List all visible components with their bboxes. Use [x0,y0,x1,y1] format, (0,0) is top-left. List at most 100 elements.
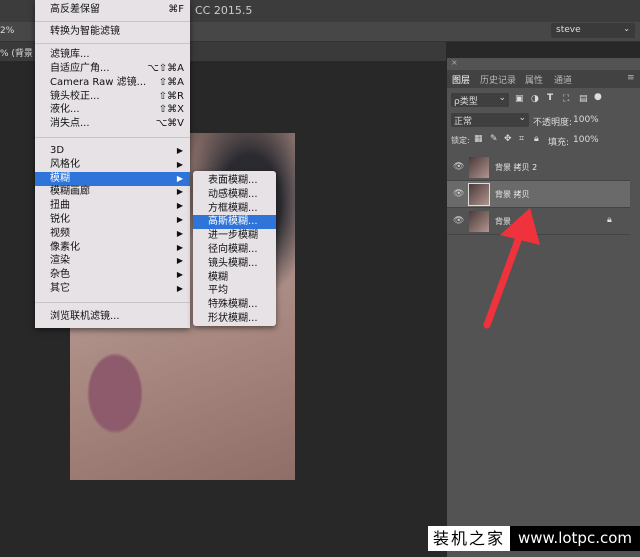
submenu-item[interactable]: 进一步模糊 [193,229,276,243]
blur-submenu: 表面模糊... 动感模糊... 方框模糊... 高斯模糊... 进一步模糊 径向模糊...… [193,171,276,326]
eye-icon[interactable]: 👁︎ [453,216,464,226]
menu-item-adaptive-wide-angle[interactable]: 自适应广角... ⌥⇧⌘A [35,62,190,76]
workspace-label: steve [556,25,581,35]
filter-label: ρ类型 [454,97,478,107]
submenu-arrow-icon: ▶ [176,256,183,266]
submenu-arrow-icon: ▶ [176,284,183,293]
submenu-arrow-icon: ▶ [176,270,183,280]
menu-item[interactable]: 扭曲 ▶ [35,199,190,213]
menu-item-label: 杂色 [50,269,70,281]
lock-all-icon[interactable]: 🔒︎ [534,134,539,144]
menu-item-label: 像素化 [50,241,80,253]
menu-item[interactable]: 杂色 ▶ [35,268,190,282]
chevron-down-icon: ⌄ [518,113,526,123]
submenu-item[interactable]: 形状模糊... [193,312,276,326]
menu-item[interactable]: 锐化 ▶ [35,213,190,227]
submenu-item[interactable]: 镜头模糊... [193,257,276,271]
menu-item[interactable]: 3D ▶ [35,144,190,158]
opacity-input[interactable]: 100% [573,115,599,125]
blend-mode-select[interactable]: 正常 ⌄ [451,113,529,127]
submenu-item[interactable]: 动感模糊... [193,188,276,202]
watermark-url: www.lotpc.com [510,526,640,551]
menu-item[interactable]: 模糊 ▶ [35,171,190,186]
watermark-logo: 装机之家 [428,526,510,551]
submenu-arrow-icon: ▶ [176,215,183,224]
submenu-arrow-icon: ▶ [176,187,183,197]
blend-mode-label: 正常 [454,117,473,127]
filter-kind-select[interactable]: ρ类型 ⌄ [451,93,509,107]
menu-item-filter-gallery[interactable]: 滤镜库... [35,48,190,62]
filter-menu: 高反差保留 ⌘F 转换为智能滤镜 滤镜库... 自适应广角... ⌥⇧⌘A Came… [35,0,190,328]
submenu-arrow-icon: ▶ [176,242,183,252]
menu-item[interactable]: 风格化 ▶ [35,158,190,172]
menu-item-label: 风格化 [50,158,80,170]
type-filter-icon[interactable]: T [547,93,553,103]
app-title: CC 2015.5 [195,4,253,17]
submenu-arrow-icon: ▶ [176,228,183,238]
menu-item-label: 其它 [50,283,70,294]
menu-item-label: 3D [50,145,65,156]
filter-toggle-icon[interactable]: ● [594,92,602,102]
submenu-item[interactable]: 平均 [193,284,276,298]
menu-item-label: 渲染 [50,255,70,267]
tab-layers[interactable]: 图层 [452,73,470,86]
menu-item-high-pass[interactable]: 高反差保留 ⌘F [35,3,190,17]
close-icon[interactable]: × [451,58,458,67]
submenu-item[interactable]: 高斯模糊... [193,215,276,230]
panel-menu-icon[interactable]: ≡ [627,73,635,83]
submenu-arrow-icon: ▶ [176,201,183,211]
menu-item[interactable]: 像素化 ▶ [35,241,190,255]
menu-item-label: 模糊画廊 [50,186,90,198]
zoom-select[interactable]: 2% [0,26,14,36]
submenu-item[interactable]: 表面模糊... [193,174,276,188]
lock-artboard-icon[interactable]: ⌗ [519,134,524,144]
workspace-select[interactable]: steve ⌄ [551,23,635,38]
tab-channels[interactable]: 通道 [554,73,572,86]
lock-icon: 🔒︎ [607,215,612,225]
fill-input[interactable]: 100% [573,135,599,145]
layer-thumbnail [469,157,489,178]
menu-item-liquify[interactable]: 液化... ⇧⌘X [35,103,190,117]
submenu-arrow-icon: ▶ [176,173,183,183]
menu-item-camera-raw[interactable]: Camera Raw 滤镜... ⇧⌘A [35,76,190,90]
menu-item-label: 视频 [50,227,70,239]
shape-filter-icon[interactable]: ⛶ [563,94,569,104]
tab-history[interactable]: 历史记录 [480,73,516,86]
tab-properties[interactable]: 属性 [525,73,543,86]
submenu-item[interactable]: 模糊 [193,271,276,285]
layer-name: 背景 拷贝 [495,190,530,199]
submenu-item[interactable]: 径向模糊... [193,243,276,257]
layer-name: 背景 拷贝 2 [495,163,538,172]
image-filter-icon[interactable]: ▣ [515,94,524,104]
lock-paint-icon[interactable]: ✎ [490,134,498,144]
lock-transparency-icon[interactable]: ▦ [474,134,483,144]
chevron-down-icon: ⌄ [623,24,630,33]
menu-item-browse-online-filters[interactable]: 浏览联机滤镜... [35,310,190,324]
menu-item-label: 扭曲 [50,200,70,212]
lock-label: 锁定: [451,136,470,145]
eye-icon[interactable]: 👁︎ [453,162,464,172]
menu-item-convert-smart-filter[interactable]: 转换为智能滤镜 [35,25,190,39]
menu-item[interactable]: 视频 ▶ [35,227,190,241]
submenu-item[interactable]: 特殊模糊... [193,298,276,312]
submenu-arrow-icon: ▶ [176,159,183,169]
menu-item[interactable]: 渲染 ▶ [35,254,190,268]
menu-item[interactable]: 模糊画廊 ▶ [35,185,190,199]
opacity-label: 不透明度: [533,118,573,128]
panel-tabs: 图层 历史记录 属性 通道 ≡ [447,70,640,88]
layer-row[interactable]: 👁︎ 背景 拷贝 2 [447,154,630,181]
menu-item[interactable]: 其它 ▶ [35,282,190,296]
menu-item-vanishing-point[interactable]: 消失点... ⌥⌘V [35,117,190,131]
adjustment-filter-icon[interactable]: ◑ [531,94,539,104]
submenu-item[interactable]: 方框模糊... [193,202,276,216]
menu-item-label: 锐化 [50,214,70,225]
submenu-arrow-icon: ▶ [176,146,183,155]
red-arrow-annotation [483,208,540,329]
menu-item-label: 模糊 [50,172,70,184]
chevron-down-icon: ⌄ [498,93,506,103]
lock-position-icon[interactable]: ✥ [504,134,512,144]
smart-object-filter-icon[interactable]: ▤ [579,94,588,104]
eye-icon[interactable]: 👁︎ [453,189,464,199]
menu-item-lens-correction[interactable]: 镜头校正... ⇧⌘R [35,90,190,104]
fill-label: 填充: [548,138,570,148]
